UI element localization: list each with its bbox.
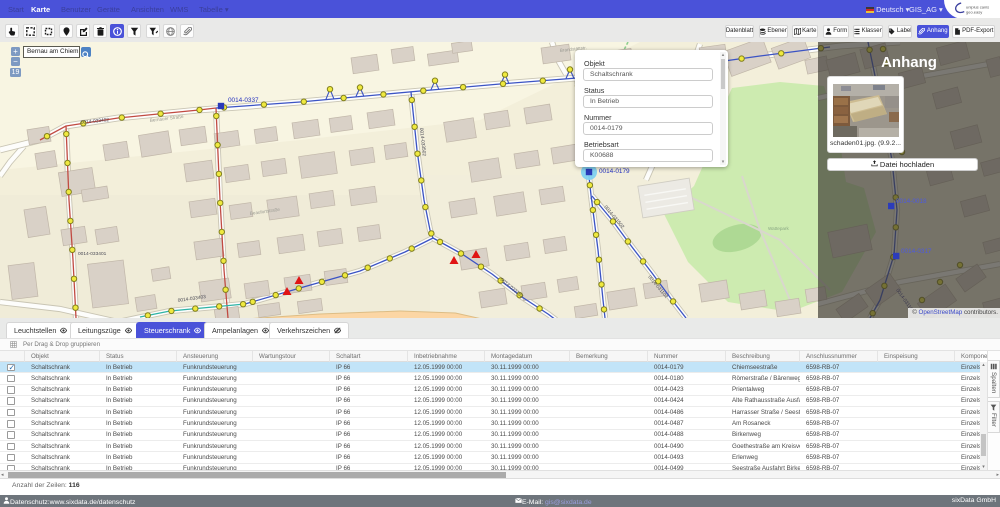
svg-text:0014-0337: 0014-0337 xyxy=(228,97,259,104)
svg-text:0014-033401: 0014-033401 xyxy=(78,251,107,257)
svg-text:0014-0179: 0014-0179 xyxy=(599,168,630,175)
svg-text:Wattepark: Wattepark xyxy=(768,226,789,231)
svg-text:0014-0317: 0014-0317 xyxy=(901,248,932,255)
svg-text:0014-0018: 0014-0018 xyxy=(896,198,927,205)
svg-text:geo.easy: geo.easy xyxy=(966,10,982,15)
